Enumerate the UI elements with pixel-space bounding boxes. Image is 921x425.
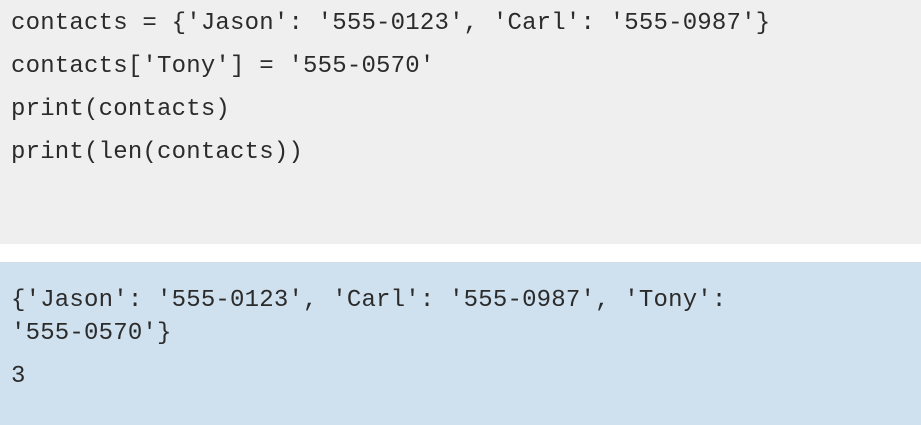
code-line: contacts['Tony'] = '555-0570'	[11, 53, 435, 80]
page: contacts = {'Jason': '555-0123', 'Carl':…	[0, 0, 921, 425]
code-line: contacts = {'Jason': '555-0123', 'Carl':…	[11, 10, 771, 37]
output-line: '555-0570'}	[11, 320, 172, 347]
code-line: print(contacts)	[11, 96, 231, 123]
code-line: print(len(contacts))	[11, 139, 304, 166]
code-panel: contacts = {'Jason': '555-0123', 'Carl':…	[0, 0, 921, 244]
output-spacer	[11, 350, 921, 360]
output-line: {'Jason': '555-0123', 'Carl': '555-0987'…	[11, 287, 727, 314]
output-panel: {'Jason': '555-0123', 'Carl': '555-0987'…	[0, 262, 921, 425]
output-line: 3	[11, 363, 26, 390]
